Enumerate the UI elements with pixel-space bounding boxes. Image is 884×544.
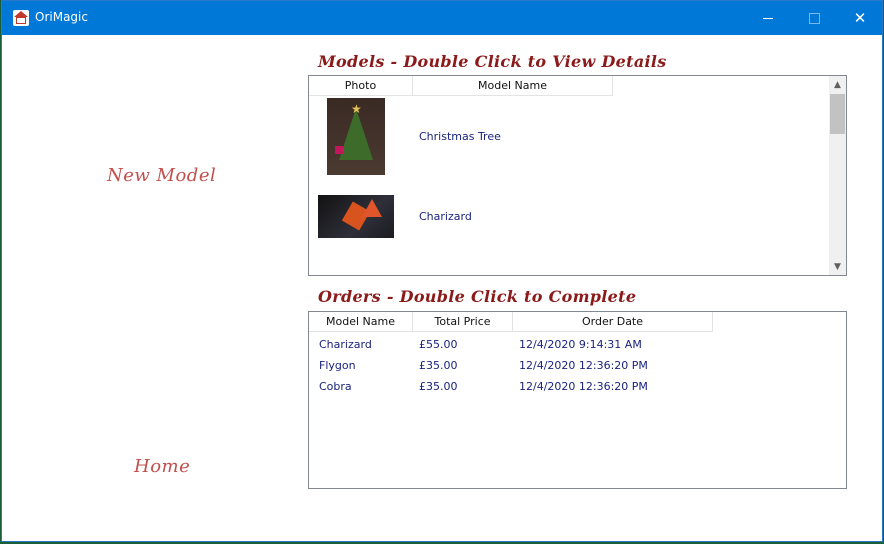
order-date-cell[interactable]: 12/4/2020 9:14:31 AM [519,338,642,351]
scroll-up-icon[interactable]: ▲ [829,76,846,93]
models-scrollbar[interactable]: ▲ ▼ [829,76,846,275]
minimize-icon [763,17,773,19]
order-price-cell[interactable]: £35.00 [419,359,458,372]
maximize-icon [808,12,820,24]
order-price-cell[interactable]: £35.00 [419,380,458,393]
title-bar[interactable]: OriMagic ✕ [2,1,882,35]
column-header-photo[interactable]: Photo [309,76,413,96]
app-icon [13,10,29,26]
order-date-cell[interactable]: 12/4/2020 12:36:20 PM [519,380,648,393]
maximize-button[interactable] [791,1,837,35]
minimize-button[interactable] [745,1,791,35]
column-header-model-name[interactable]: Model Name [413,76,613,96]
models-list[interactable]: Photo Model Name ★ Christmas Tree Chariz… [308,75,847,276]
model-name-cell[interactable]: Charizard [419,210,472,223]
orders-list[interactable]: Model Name Total Price Order Date Chariz… [308,311,847,489]
column-header-model-name[interactable]: Model Name [309,312,413,332]
order-price-cell[interactable]: £55.00 [419,338,458,351]
charizard-photo [318,195,394,238]
column-header-total-price[interactable]: Total Price [413,312,513,332]
home-link[interactable]: Home [134,456,190,477]
window-title: OriMagic [35,10,88,24]
christmas-tree-photo: ★ [327,98,385,175]
app-window: OriMagic ✕ New Model Home Models - Doubl… [1,0,883,542]
new-model-link[interactable]: New Model [107,165,216,186]
close-button[interactable]: ✕ [837,1,883,35]
scroll-thumb[interactable] [830,94,845,134]
order-model-cell[interactable]: Flygon [319,359,356,372]
scroll-down-icon[interactable]: ▼ [829,258,846,275]
order-model-cell[interactable]: Charizard [319,338,372,351]
model-name-cell[interactable]: Christmas Tree [419,130,501,143]
models-heading: Models - Double Click to View Details [318,52,667,71]
column-header-order-date[interactable]: Order Date [513,312,713,332]
order-date-cell[interactable]: 12/4/2020 12:36:20 PM [519,359,648,372]
close-icon: ✕ [853,9,867,27]
orders-heading: Orders - Double Click to Complete [318,287,637,306]
order-model-cell[interactable]: Cobra [319,380,352,393]
